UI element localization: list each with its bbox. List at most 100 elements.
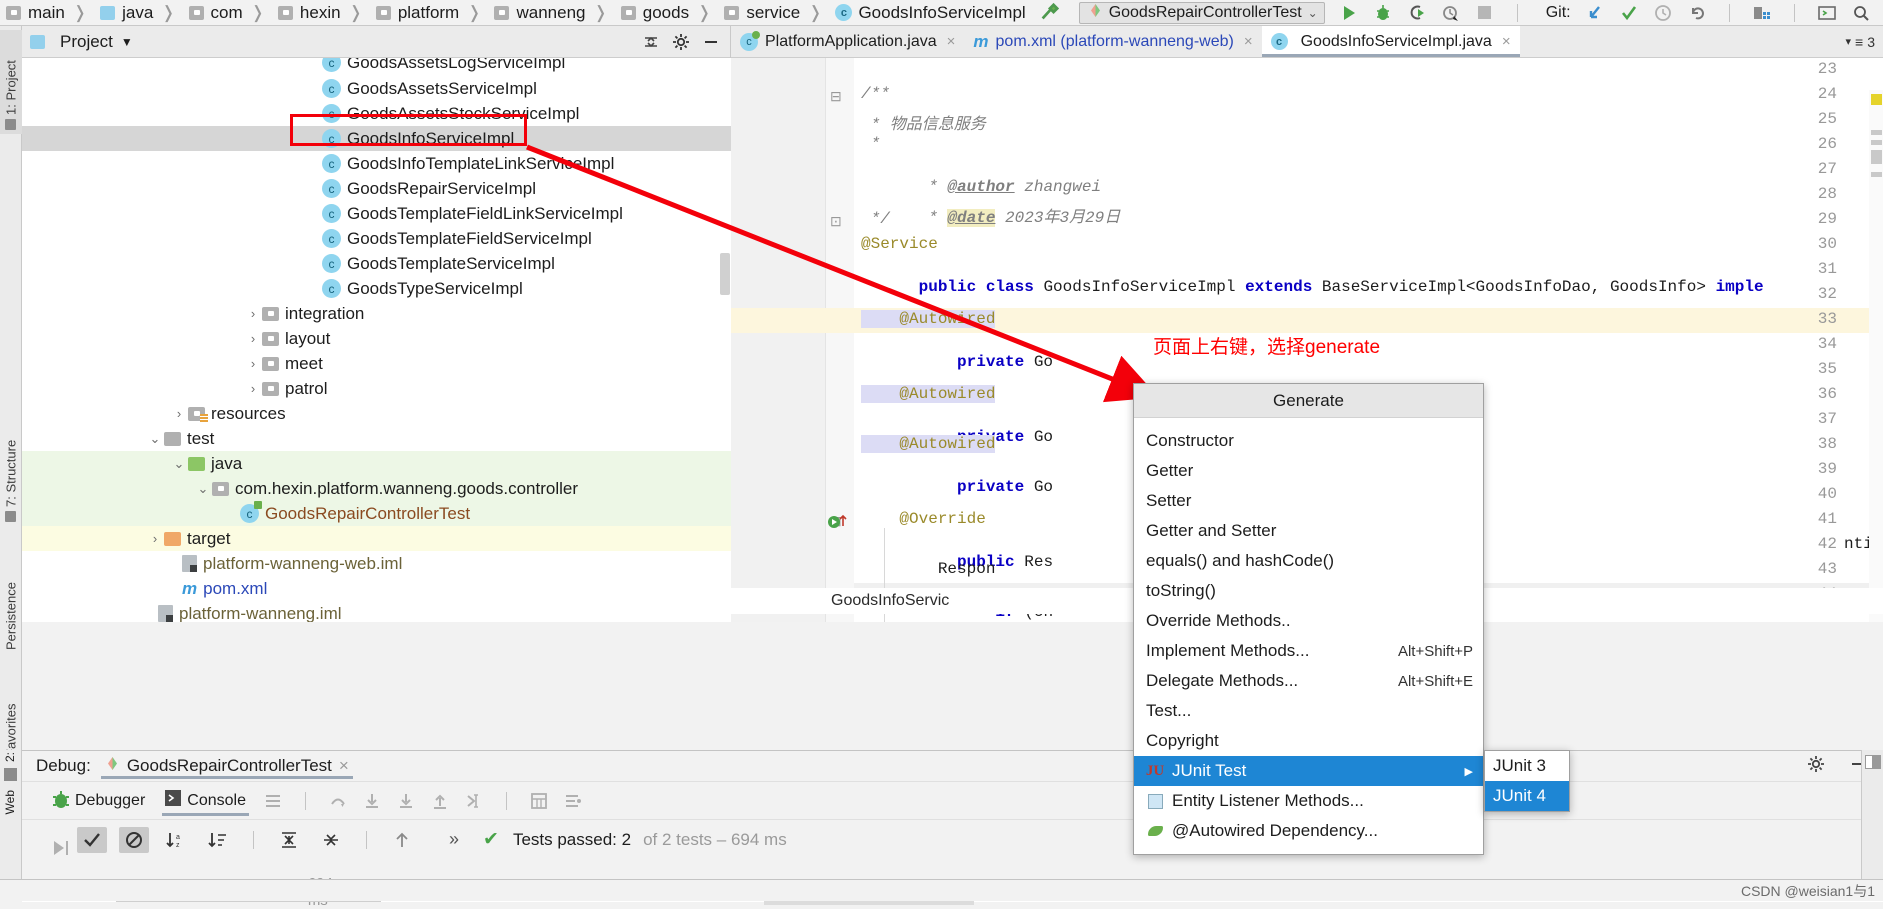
close-icon[interactable]: × <box>947 33 956 50</box>
show-frames-icon[interactable] <box>263 791 283 811</box>
breadcrumb-item[interactable]: hexin❭ <box>274 0 372 26</box>
chevron-down-icon[interactable]: ▾ <box>1846 35 1852 48</box>
menu-item-entity-listener-methods[interactable]: Entity Listener Methods... <box>1134 786 1483 816</box>
tree-row[interactable]: m pom.xml <box>22 576 731 601</box>
chevron-down-icon[interactable]: ⌄ <box>1308 6 1318 20</box>
tree-row[interactable]: › integration <box>22 301 731 326</box>
menu-item-junit4[interactable]: JUnit 4 <box>1485 781 1569 811</box>
tree-scrollbar-thumb[interactable] <box>720 253 730 295</box>
menu-item-getter-and-setter[interactable]: Getter and Setter <box>1134 516 1483 546</box>
tree-row[interactable]: c GoodsTemplateServiceImpl <box>22 251 731 276</box>
menu-item-junit3[interactable]: JUnit 3 <box>1485 751 1569 781</box>
menu-item-delegate-methods[interactable]: Delegate Methods... Alt+Shift+E <box>1134 666 1483 696</box>
menu-item-test[interactable]: Test... <box>1134 696 1483 726</box>
layout-icon[interactable] <box>1865 755 1881 769</box>
menu-item-override-methods[interactable]: Override Methods.. <box>1134 606 1483 636</box>
git-rollback-icon[interactable] <box>1687 3 1707 23</box>
junit-submenu[interactable]: JUnit 3 JUnit 4 <box>1484 750 1570 812</box>
sort-by-duration-icon[interactable] <box>203 827 233 853</box>
tree-row[interactable]: c GoodsRepairControllerTest <box>22 501 731 526</box>
close-icon[interactable]: × <box>1502 33 1511 50</box>
tree-row[interactable]: platform-wanneng-web.iml <box>22 551 731 576</box>
generate-popup-menu[interactable]: Generate Constructor Getter Setter Gette… <box>1133 383 1484 855</box>
profile-icon[interactable] <box>1441 3 1461 23</box>
step-into-icon[interactable] <box>362 791 382 811</box>
tree-row-selected[interactable]: c GoodsInfoServiceImpl <box>22 126 731 151</box>
hide-panel-icon[interactable] <box>700 31 722 53</box>
chevron-right-icon[interactable]: › <box>170 406 188 421</box>
chevron-right-icon[interactable]: › <box>244 331 262 346</box>
tab-debugger[interactable]: Debugger <box>72 786 148 816</box>
warning-marker[interactable] <box>1871 94 1882 105</box>
run-configuration-selector[interactable]: GoodsRepairControllerTest ⌄ <box>1079 2 1325 24</box>
run-with-coverage-icon[interactable] <box>1407 3 1427 23</box>
tree-row[interactable]: ⌄ java <box>22 451 731 476</box>
menu-item-equals-hashcode[interactable]: equals() and hashCode() <box>1134 546 1483 576</box>
git-commit-icon[interactable] <box>1619 3 1639 23</box>
project-structure-icon[interactable] <box>1752 3 1772 23</box>
close-icon[interactable]: × <box>1244 33 1253 50</box>
sort-alphabetically-icon[interactable]: az <box>161 827 191 853</box>
menu-item-setter[interactable]: Setter <box>1134 486 1483 516</box>
breadcrumb-item[interactable]: java❭ <box>96 0 184 26</box>
tree-row[interactable]: c GoodsAssetsStockServiceImpl <box>22 101 731 126</box>
sidebar-item-structure[interactable]: 7: Structure <box>0 406 22 526</box>
tree-row[interactable]: c GoodsAssetsServiceImpl <box>22 76 731 101</box>
tab-pom-xml[interactable]: m pom.xml (platform-wanneng-web) × <box>964 26 1261 57</box>
debug-icon[interactable] <box>50 789 72 816</box>
step-out-icon[interactable] <box>430 791 450 811</box>
editor-tabs-overflow[interactable]: ▾ ≡ 3 <box>1838 26 1883 57</box>
chevron-right-icon[interactable]: › <box>146 531 164 546</box>
fold-open-icon[interactable]: ⊟ <box>830 88 842 105</box>
build-hammer-icon[interactable] <box>1039 3 1059 23</box>
sidebar-item-debug[interactable]: 2: <box>3 752 17 762</box>
tree-row[interactable]: c GoodsInfoTemplateLinkServiceImpl <box>22 151 731 176</box>
sidebar-item-persistence[interactable]: Persistence <box>0 534 22 654</box>
tree-row[interactable]: › target <box>22 526 731 551</box>
close-icon[interactable]: × <box>339 756 349 776</box>
settings-gear-icon[interactable] <box>670 31 692 53</box>
tree-row[interactable]: › patrol <box>22 376 731 401</box>
breadcrumb-item[interactable]: goods❭ <box>617 0 721 26</box>
chevron-right-icon[interactable]: › <box>244 356 262 371</box>
evaluate-icon[interactable] <box>529 791 549 811</box>
git-update-icon[interactable] <box>1585 3 1605 23</box>
sidebar-item-project[interactable]: 1: Project <box>0 30 22 134</box>
breadcrumb-item[interactable]: wanneng❭ <box>490 0 616 26</box>
breadcrumb-item-class[interactable]: cGoodsInfoServiceImpl <box>831 0 1028 26</box>
chevron-down-icon[interactable]: ⌄ <box>146 431 164 447</box>
tab-list-icon[interactable]: ≡ <box>1855 34 1863 50</box>
chevron-down-icon[interactable]: ▼ <box>121 35 133 49</box>
collapse-all-icon[interactable] <box>640 31 662 53</box>
tab-platform-application[interactable]: c PlatformApplication.java × <box>731 26 964 57</box>
tree-row[interactable]: › meet <box>22 351 731 376</box>
chevron-down-icon[interactable]: ⌄ <box>170 456 188 472</box>
menu-item-autowired-dependency[interactable]: @Autowired Dependency... <box>1134 816 1483 846</box>
tree-row[interactable]: c GoodsTypeServiceImpl <box>22 276 731 301</box>
terminal-icon[interactable] <box>1817 3 1837 23</box>
breadcrumb-item[interactable]: service❭ <box>720 0 831 26</box>
breadcrumb-item[interactable]: main❭ <box>2 0 96 26</box>
tree-row[interactable]: › resources <box>22 401 731 426</box>
force-step-into-icon[interactable] <box>396 791 416 811</box>
tab-goodsinfoserviceimpl[interactable]: c GoodsInfoServiceImpl.java × <box>1262 26 1520 57</box>
run-gutter-icon[interactable] <box>827 513 849 535</box>
menu-item-implement-methods[interactable]: Implement Methods... Alt+Shift+P <box>1134 636 1483 666</box>
breadcrumb-item[interactable]: platform❭ <box>372 0 491 26</box>
breadcrumb-item[interactable]: com❭ <box>185 0 274 26</box>
editor-right-gutter[interactable] <box>1869 90 1883 622</box>
chevron-down-icon[interactable]: ⌄ <box>194 481 212 497</box>
show-passed-tests-toggle[interactable] <box>77 827 107 853</box>
project-tree[interactable]: c GoodsAssetsLogServiceImpl c GoodsAsset… <box>22 58 731 622</box>
chevron-right-icon[interactable]: › <box>244 306 262 321</box>
tree-row[interactable]: platform-wanneng.iml <box>22 601 731 622</box>
git-history-icon[interactable] <box>1653 3 1673 23</box>
menu-item-tostring[interactable]: toString() <box>1134 576 1483 606</box>
debug-session-tab[interactable]: GoodsRepairControllerTest × <box>101 751 353 781</box>
more-options-icon[interactable]: » <box>449 829 459 850</box>
tree-row[interactable]: c GoodsAssetsLogServiceImpl <box>22 58 731 75</box>
run-to-cursor-icon[interactable] <box>464 791 484 811</box>
search-icon[interactable] <box>1851 3 1871 23</box>
tab-console[interactable]: Console <box>162 786 249 816</box>
sidebar-item-web[interactable]: Web <box>3 790 17 814</box>
